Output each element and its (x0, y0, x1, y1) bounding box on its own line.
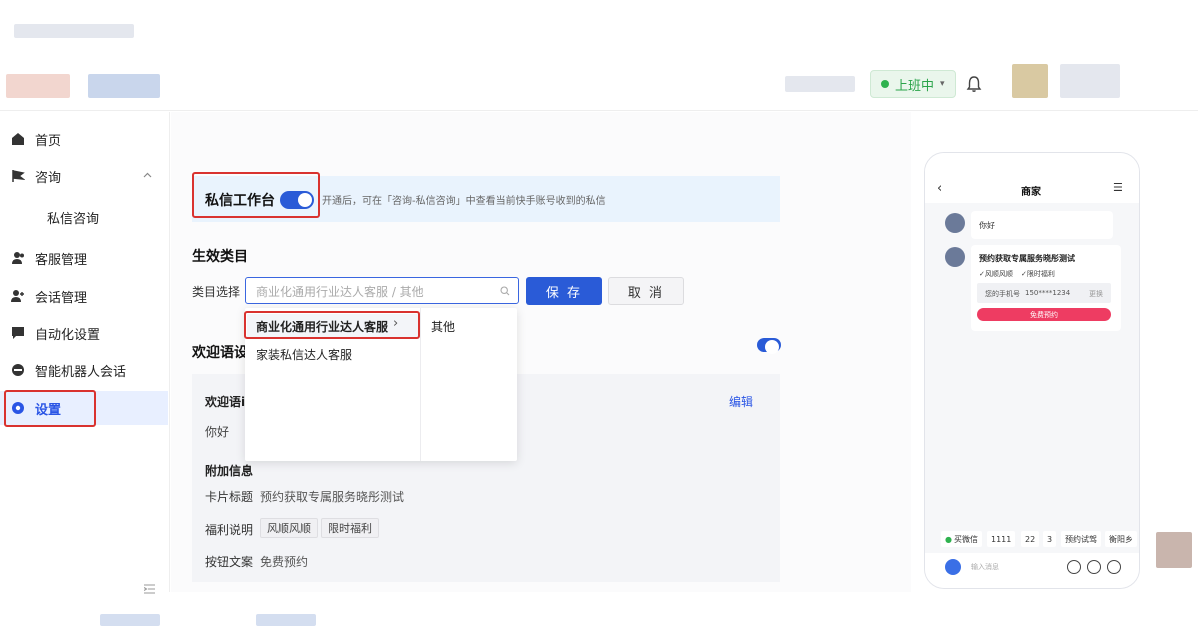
sidebar-item-robot-session[interactable]: 智能机器人会话 (0, 353, 168, 387)
phone-card-tag: ✓限时福利 (1021, 270, 1055, 278)
avatar (945, 213, 965, 233)
edit-welcome-link[interactable]: 编辑 (729, 393, 753, 410)
avatar (945, 247, 965, 267)
change-phone-link[interactable]: 更换 (1089, 289, 1103, 299)
welcome-card-title: 欢迎语i (205, 395, 246, 409)
brand-logo (6, 74, 70, 98)
quick-reply-chip[interactable]: 22 (1021, 531, 1040, 547)
chat-icon (12, 327, 24, 339)
top-header: 上班中 ▾ (0, 0, 1198, 111)
footer-blur (256, 614, 316, 626)
plus-icon[interactable] (1107, 560, 1121, 574)
wechat-icon: ● (945, 534, 952, 544)
quick-reply-chip[interactable]: 3 (1043, 531, 1057, 547)
phone-number-field: 您的手机号 150****1234 更换 (977, 283, 1111, 303)
chevron-left-icon[interactable]: ‹ (937, 181, 942, 196)
benefit-tag: 限时福利 (321, 518, 379, 538)
phone-card-bubble: 预约获取专属服务晓彤测试 ✓风顺风顺 ✓限时福利 您的手机号 150****12… (971, 245, 1121, 331)
home-icon (12, 133, 24, 145)
robot-icon (12, 364, 24, 376)
sidebar-item-automation[interactable]: 自动化设置 (0, 316, 168, 350)
card-title-label: 卡片标题 (205, 490, 254, 504)
welcome-toggle[interactable] (757, 338, 781, 354)
highlight-box-cascader-option (244, 311, 420, 339)
quick-reply-chip[interactable]: 预约试驾 (1061, 531, 1101, 547)
cascader-option[interactable]: 其他 (431, 318, 455, 335)
online-status-dot (881, 80, 889, 88)
menu-icon[interactable]: ☰ (1113, 181, 1123, 194)
save-button[interactable]: 保 存 (526, 277, 602, 305)
search-icon (500, 286, 510, 296)
category-select-value: 商业化通用行业达人客服 / 其他 (256, 285, 424, 299)
cascader-column-divider (420, 308, 421, 461)
sidebar-item-staff-management[interactable]: 客服管理 (0, 241, 168, 275)
sidebar-item-label: 客服管理 (35, 252, 88, 268)
phone-cta-label: 免费预约 (1030, 310, 1058, 319)
cascader-option[interactable]: 家装私信达人客服 (256, 346, 352, 363)
emoji-icon[interactable] (1087, 560, 1101, 574)
quick-reply-label: 买微信 (953, 534, 978, 544)
phone-number-value: 150****1234 (1025, 289, 1071, 297)
quick-reply-chip[interactable]: ● 买微信 (941, 531, 982, 547)
blurred-breadcrumb (14, 24, 134, 38)
camera-icon[interactable] (945, 559, 961, 575)
quick-reply-chip[interactable]: 衡阳乡 (1105, 531, 1137, 547)
phone-number-label: 您的手机号 (985, 290, 1020, 298)
highlight-box-settings (4, 390, 96, 427)
benefit-tag: 风顺风顺 (260, 518, 318, 538)
sidebar-subitem-private-message[interactable]: 私信咨询 (0, 200, 168, 234)
phone-card-title: 预约获取专属服务晓彤测试 (979, 254, 1075, 263)
users-icon (12, 252, 24, 264)
cancel-button[interactable]: 取 消 (608, 277, 684, 305)
chevron-down-icon: ▾ (940, 79, 945, 89)
sidebar-item-label: 咨询 (35, 170, 62, 186)
category-select-label: 类目选择 (192, 285, 241, 299)
work-status-label: 上班中 (895, 78, 935, 94)
sidebar-item-session-management[interactable]: 会话管理 (0, 279, 168, 313)
sidebar-item-label: 自动化设置 (35, 327, 101, 343)
sidebar-item-label: 智能机器人会话 (35, 364, 127, 380)
quick-reply-chip[interactable]: 1111 (987, 531, 1016, 547)
sidebar-item-label: 首页 (35, 133, 62, 149)
phone-message-text: 你好 (979, 221, 995, 230)
phone-message-bubble: 你好 (971, 211, 1113, 239)
blurred-shop-name (785, 76, 855, 92)
blurred-user-name (1060, 64, 1120, 98)
voice-icon[interactable] (1067, 560, 1081, 574)
chevron-up-icon[interactable] (143, 172, 152, 178)
phone-message-input[interactable]: 输入消息 (971, 562, 999, 572)
sidebar-item-consult[interactable]: 咨询 (0, 159, 168, 193)
benefit-label: 福利说明 (205, 523, 254, 537)
sidebar-item-home[interactable]: 首页 (0, 122, 168, 156)
section-title-effective-category: 生效类目 (192, 249, 248, 265)
user-plus-icon (11, 290, 24, 302)
brand-name (88, 74, 160, 98)
sidebar-item-label: 会话管理 (35, 290, 88, 306)
sidebar: 首页 咨询 私信咨询 客服管理 会话管理 自动化设置 智能机器人会话 设置 (0, 112, 170, 594)
welcome-greeting-text: 你好 (205, 425, 230, 439)
phone-cta-button[interactable]: 免费预约 (977, 308, 1111, 321)
floating-service-avatar[interactable] (1156, 532, 1192, 568)
button-text-label: 按钮文案 (205, 555, 254, 569)
flag-icon (12, 170, 25, 182)
phone-card-tag: ✓风顺风顺 (979, 270, 1013, 278)
sidebar-item-label: 私信咨询 (47, 211, 100, 227)
bell-icon[interactable] (966, 75, 982, 93)
phone-chat-title: 商家 (1021, 187, 1041, 198)
highlight-box-workbench (192, 172, 320, 218)
card-title-value: 预约获取专属服务晓彤测试 (260, 490, 405, 504)
category-select[interactable]: 商业化通用行业达人客服 / 其他 (245, 277, 519, 304)
collapse-sidebar-icon[interactable] (144, 584, 155, 594)
work-status-selector[interactable]: 上班中 ▾ (870, 70, 956, 98)
section-title-welcome: 欢迎语设 (192, 345, 248, 361)
extra-info-title: 附加信息 (205, 464, 254, 478)
button-text-value: 免费预约 (260, 555, 309, 569)
phone-preview: ‹ 商家 ☰ 你好 预约获取专属服务晓彤测试 ✓风顺风顺 ✓限时福利 您的手机号… (924, 152, 1140, 589)
footer-blur (100, 614, 160, 626)
workbench-description: 开通后，可在「咨询-私信咨询」中查看当前快手账号收到的私信 (322, 196, 606, 207)
user-avatar[interactable] (1012, 64, 1048, 98)
